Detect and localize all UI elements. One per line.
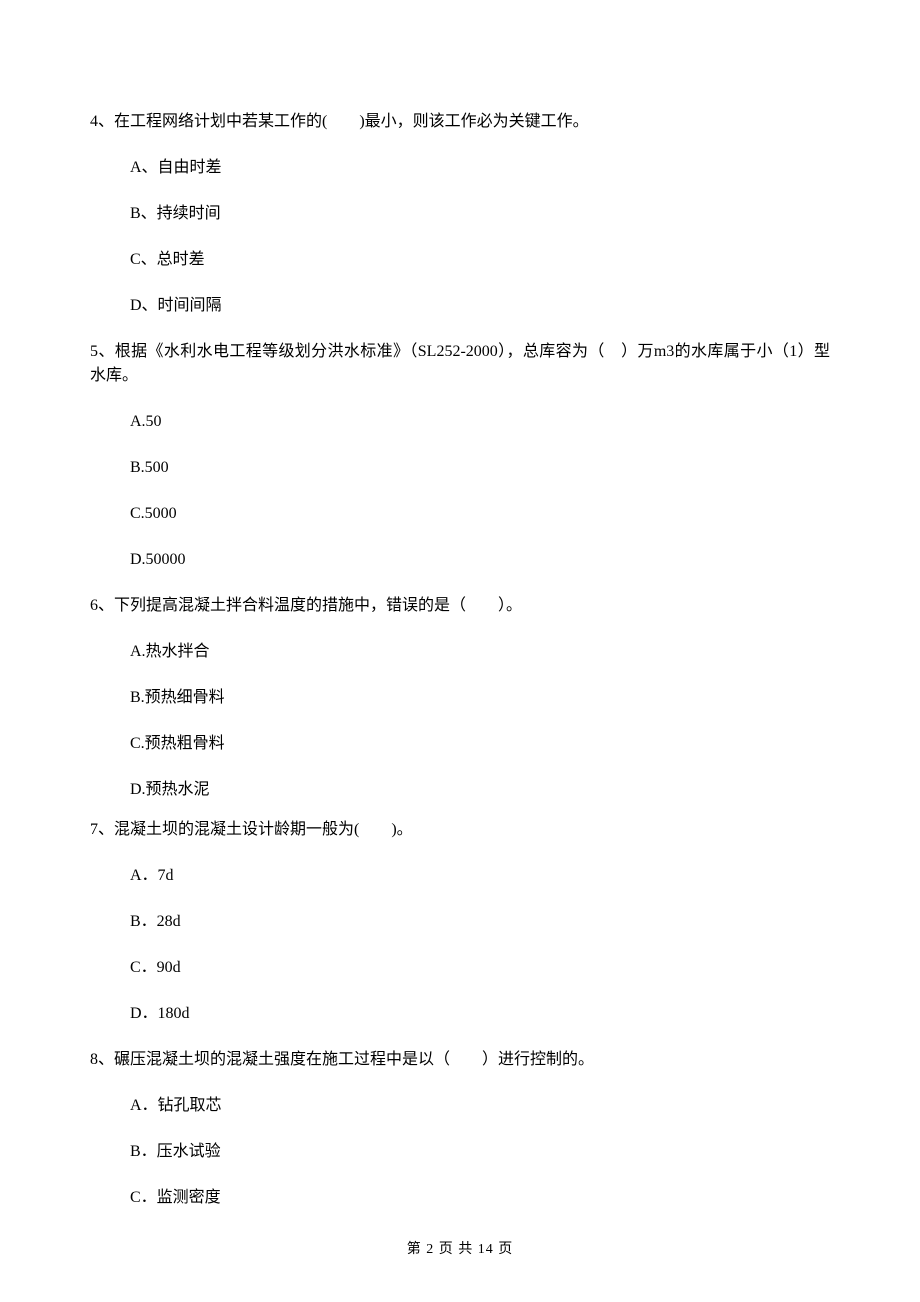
question-6-option-c: C.预热粗骨料: [130, 732, 830, 756]
question-6-option-b: B.预热细骨料: [130, 686, 830, 710]
question-4-option-d: D、时间间隔: [130, 294, 830, 318]
question-5-option-d: D.50000: [130, 548, 830, 572]
question-4-stem: 4、在工程网络计划中若某工作的( )最小，则该工作必为关键工作。: [90, 110, 830, 134]
question-5-option-b: B.500: [130, 456, 830, 480]
question-7-stem: 7、混凝土坝的混凝土设计龄期一般为( )。: [90, 818, 830, 842]
question-8-stem: 8、碾压混凝土坝的混凝土强度在施工过程中是以（ ）进行控制的。: [90, 1048, 830, 1072]
question-8-option-a: A．钻孔取芯: [130, 1094, 830, 1118]
question-5-option-c: C.5000: [130, 502, 830, 526]
question-5-option-a: A.50: [130, 410, 830, 434]
question-4-option-b: B、持续时间: [130, 202, 830, 226]
question-7-option-a: A．7d: [130, 864, 830, 888]
question-4-option-a: A、自由时差: [130, 156, 830, 180]
question-7-option-c: C．90d: [130, 956, 830, 980]
question-6-stem: 6、下列提高混凝土拌合料温度的措施中，错误的是（ ）。: [90, 594, 830, 618]
question-8-option-c: C．监测密度: [130, 1186, 830, 1210]
question-5-stem: 5、根据《水利水电工程等级划分洪水标准》（SL252-2000），总库容为（ ）…: [90, 340, 830, 388]
question-7-option-b: B．28d: [130, 910, 830, 934]
document-page: 4、在工程网络计划中若某工作的( )最小，则该工作必为关键工作。 A、自由时差 …: [0, 0, 920, 1302]
question-4-option-c: C、总时差: [130, 248, 830, 272]
question-7-option-d: D．180d: [130, 1002, 830, 1026]
page-footer: 第 2 页 共 14 页: [0, 1239, 920, 1260]
question-6-option-d: D.预热水泥: [130, 778, 830, 802]
question-6-option-a: A.热水拌合: [130, 640, 830, 664]
question-8-option-b: B．压水试验: [130, 1140, 830, 1164]
